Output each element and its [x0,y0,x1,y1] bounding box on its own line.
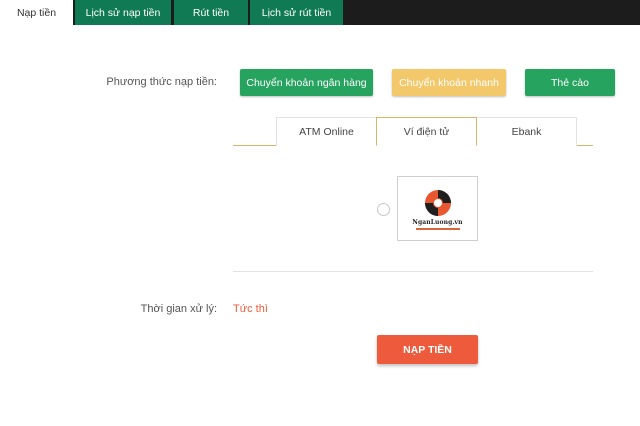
subtab-ebank[interactable]: Ebank [476,117,577,146]
subtab-e-wallet[interactable]: Ví điện tử [376,117,477,146]
tab-deposit-history[interactable]: Lịch sử nạp tiền [75,0,171,25]
fast-transfer-button[interactable]: Chuyển khoản nhanh [392,69,506,96]
subtab-atm-online[interactable]: ATM Online [276,117,377,146]
nganluong-wallet-option[interactable]: NganLuong.vn [397,176,478,241]
wallet-radio-button[interactable] [377,203,390,216]
wallet-logo-text: NganLuong.vn [412,218,463,226]
deposit-submit-button[interactable]: NẠP TIỀN [377,335,478,364]
processing-time-label: Thời gian xử lý: [140,303,217,315]
tab-withdraw-history[interactable]: Lịch sử rút tiền [250,0,343,25]
tab-deposit[interactable]: Nạp tiền [0,0,73,25]
scratch-card-button[interactable]: Thẻ cào [525,69,615,96]
section-divider [233,271,593,272]
nganluong-swirl-logo-icon [424,189,451,216]
bank-transfer-button[interactable]: Chuyển khoản ngân hàng [240,69,373,96]
top-tab-bar: Nạp tiền Lịch sử nạp tiền Rút tiền Lịch … [0,0,640,25]
deposit-page: Nạp tiền Lịch sử nạp tiền Rút tiền Lịch … [0,0,640,426]
tab-withdraw[interactable]: Rút tiền [174,0,248,25]
payment-method-label: Phương thức nạp tiền: [106,76,217,88]
wallet-logo-underline [415,227,460,230]
processing-time-value: Tức thì [233,303,268,315]
